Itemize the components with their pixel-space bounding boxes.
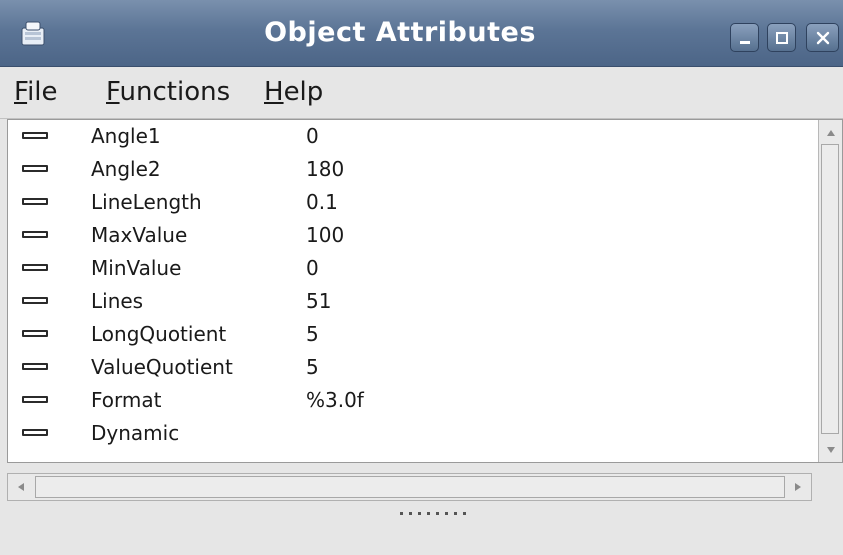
horizontal-scroll-thumb[interactable] — [35, 476, 785, 498]
close-button[interactable] — [806, 23, 839, 52]
attribute-value[interactable]: 0 — [306, 120, 319, 153]
attribute-name: MaxValue — [91, 223, 188, 247]
attribute-name: Angle1 — [91, 124, 161, 148]
window-title: Object Attributes — [264, 17, 536, 48]
menu-help[interactable]: Help — [264, 67, 323, 118]
attribute-row[interactable]: ValueQuotient 5 — [8, 351, 818, 384]
leaf-marker-icon — [22, 330, 48, 337]
leaf-marker-icon — [22, 429, 48, 436]
arrow-left-icon — [16, 478, 26, 497]
menu-file[interactable]: File — [14, 67, 58, 118]
leaf-marker-icon — [22, 231, 48, 238]
arrow-down-icon — [825, 440, 837, 459]
maximize-button[interactable] — [767, 23, 796, 52]
arrow-up-icon — [825, 123, 837, 142]
menu-functions-mnemonic: F — [106, 77, 120, 107]
attribute-value[interactable]: 0.1 — [306, 186, 338, 219]
maximize-icon — [774, 30, 790, 46]
attribute-name: LineLength — [91, 190, 202, 214]
menu-bar: File Functions Help — [0, 67, 843, 119]
vertical-scroll-thumb[interactable] — [821, 144, 839, 434]
horizontal-scrollbar[interactable] — [7, 473, 812, 501]
attribute-name: LongQuotient — [91, 322, 227, 346]
leaf-marker-icon — [22, 297, 48, 304]
leaf-marker-icon — [22, 132, 48, 139]
attribute-value[interactable]: 180 — [306, 153, 344, 186]
menu-file-label: ile — [27, 77, 58, 107]
attribute-value[interactable]: 0 — [306, 252, 319, 285]
close-icon — [815, 30, 831, 46]
menu-help-mnemonic: H — [264, 77, 284, 107]
attribute-name: Dynamic — [91, 421, 180, 445]
menu-functions[interactable]: Functions — [106, 67, 230, 118]
menu-functions-label: unctions — [119, 77, 231, 107]
vertical-scrollbar[interactable] — [818, 120, 842, 462]
attribute-row[interactable]: Format %3.0f — [8, 384, 818, 417]
attribute-row[interactable]: Lines 51 — [8, 285, 818, 318]
leaf-marker-icon — [22, 198, 48, 205]
attribute-row[interactable]: LineLength 0.1 — [8, 186, 818, 219]
attribute-value[interactable]: 51 — [306, 285, 331, 318]
menu-help-label: elp — [283, 77, 324, 107]
attribute-name: MinValue — [91, 256, 182, 280]
menu-file-mnemonic: F — [14, 77, 28, 107]
attribute-row[interactable]: LongQuotient 5 — [8, 318, 818, 351]
scroll-up-button[interactable] — [821, 123, 840, 142]
attribute-row[interactable]: MaxValue 100 — [8, 219, 818, 252]
attribute-value[interactable]: 5 — [306, 318, 319, 351]
leaf-marker-icon — [22, 264, 48, 271]
attribute-value[interactable]: 5 — [306, 351, 319, 384]
minimize-button[interactable] — [730, 23, 759, 52]
attribute-name: Angle2 — [91, 157, 161, 181]
attribute-name: Format — [91, 388, 162, 412]
attribute-name: Lines — [91, 289, 144, 313]
leaf-marker-icon — [22, 165, 48, 172]
attribute-name: ValueQuotient — [91, 355, 233, 379]
title-bar[interactable]: Object Attributes — [0, 0, 843, 67]
attribute-value[interactable]: 100 — [306, 219, 344, 252]
scroll-down-button[interactable] — [821, 440, 840, 459]
minimize-icon — [737, 30, 753, 46]
scroll-right-button[interactable] — [788, 477, 808, 497]
attribute-list-panel: Angle1 0 Angle2 180 LineLength 0.1 MaxVa… — [7, 119, 843, 463]
object-attributes-window: Object Attributes File Functions Help An… — [0, 0, 843, 555]
leaf-marker-icon — [22, 363, 48, 370]
arrow-right-icon — [793, 478, 803, 497]
attribute-row[interactable]: Angle2 180 — [8, 153, 818, 186]
scroll-left-button[interactable] — [11, 477, 31, 497]
attribute-row[interactable]: MinValue 0 — [8, 252, 818, 285]
attribute-row[interactable]: Angle1 0 — [8, 120, 818, 153]
attribute-row[interactable]: Dynamic — [8, 417, 818, 450]
pane-resize-grip[interactable] — [400, 512, 466, 518]
attribute-value[interactable]: %3.0f — [306, 384, 364, 417]
leaf-marker-icon — [22, 396, 48, 403]
attribute-list: Angle1 0 Angle2 180 LineLength 0.1 MaxVa… — [8, 120, 818, 462]
